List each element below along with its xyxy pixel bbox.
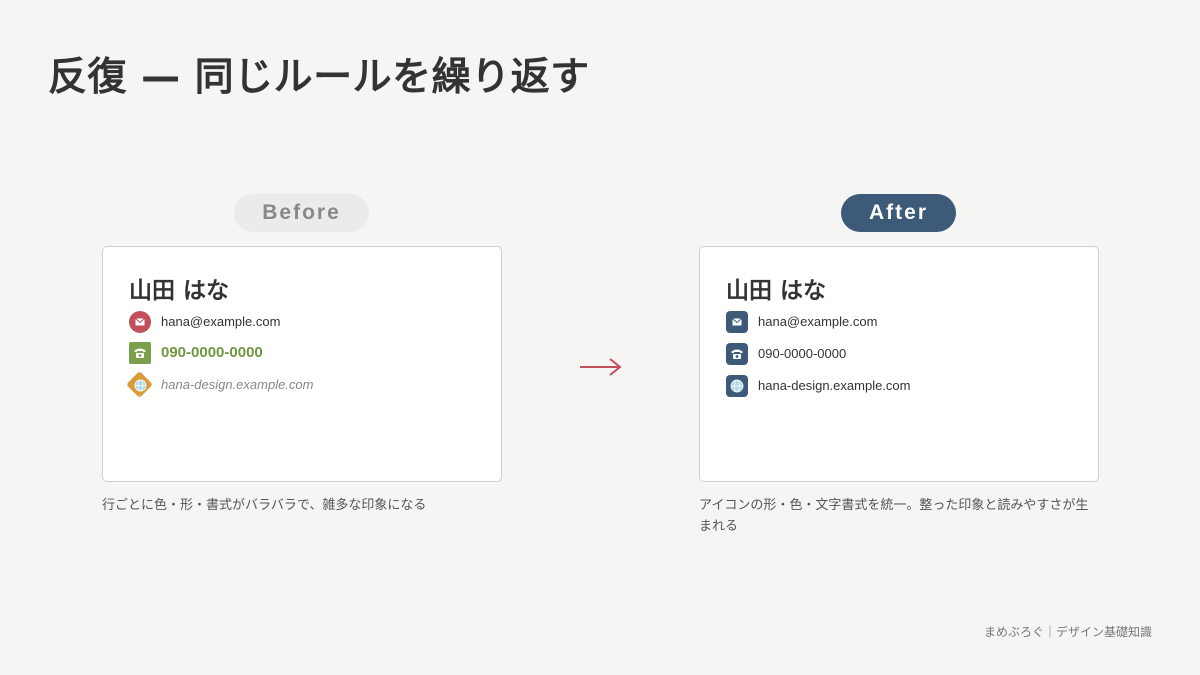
before-card-name: 山田 はな xyxy=(129,278,230,304)
after-phone-text: 090-0000-0000 xyxy=(758,346,847,361)
after-card: 山田 はな hana@example.com 090-0000-0000 han… xyxy=(699,246,1099,482)
before-badge: Before xyxy=(234,194,369,232)
before-card: 山田 はな hana@example.com 090-0000-0000 han… xyxy=(102,246,502,482)
after-email-text: hana@example.com xyxy=(758,314,878,329)
globe-icon xyxy=(726,375,748,397)
before-web-text: hana-design.example.com xyxy=(161,377,314,392)
before-phone-text: 090-0000-0000 xyxy=(161,344,263,361)
before-email-text: hana@example.com xyxy=(161,314,281,329)
globe-icon xyxy=(129,374,151,396)
after-web-text: hana-design.example.com xyxy=(758,378,911,393)
before-caption: 行ごとに色・形・書式がバラバラで、雑多な印象になる xyxy=(102,498,427,513)
slide-title: 反復 — 同じルールを繰り返す xyxy=(48,55,590,100)
phone-icon xyxy=(129,342,151,364)
after-caption: アイコンの形・色・文字書式を統一。整った印象と読みやすさが生まれる xyxy=(699,498,1089,534)
mail-icon xyxy=(129,311,151,333)
arrow-icon xyxy=(580,358,622,376)
after-card-name: 山田 はな xyxy=(726,278,827,304)
phone-icon xyxy=(726,343,748,365)
after-badge: After xyxy=(841,194,956,232)
mail-icon xyxy=(726,311,748,333)
footer-credit: まめぶろぐ｜デザイン基礎知識 xyxy=(983,625,1152,639)
